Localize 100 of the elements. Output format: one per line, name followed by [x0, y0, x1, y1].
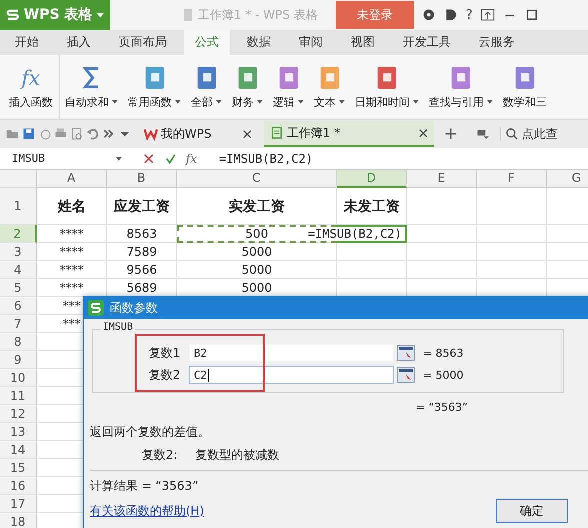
table-cell: ****: [60, 245, 84, 259]
help-button[interactable]: ?: [466, 8, 473, 22]
table-cell: 应发工资: [114, 198, 170, 216]
row-header[interactable]: 18: [0, 513, 37, 528]
ribbon-tab[interactable]: 视图: [340, 30, 386, 55]
ribbon-tab[interactable]: 开始: [4, 30, 50, 55]
skin-icon[interactable]: [444, 8, 458, 22]
table-cell: 7589: [126, 245, 158, 259]
table-cell: 5000: [242, 281, 272, 295]
table-cell: 5689: [126, 281, 158, 295]
argument-label: 复数2: [149, 366, 182, 384]
row-header[interactable]: 16: [0, 477, 37, 495]
cell-picker-icon[interactable]: [397, 345, 415, 361]
undo-icon[interactable]: [86, 127, 100, 141]
table-cell: 姓名: [58, 198, 86, 216]
preview-icon[interactable]: [70, 127, 84, 141]
table-cell: ***: [63, 299, 81, 313]
ribbon-tab[interactable]: 开发工具: [392, 30, 462, 55]
table-cell: 未发工资: [344, 198, 400, 216]
table-cell: ****: [60, 263, 84, 277]
ok-button[interactable]: 确定: [496, 499, 568, 523]
row-header[interactable]: 7: [0, 315, 37, 333]
search-field[interactable]: 点此查: [500, 127, 582, 141]
ribbon-button[interactable]: 数学和三: [498, 55, 552, 119]
s-logo-icon: [6, 8, 20, 22]
ribbon-button[interactable]: 财务: [227, 55, 268, 119]
document-tab[interactable]: 工作簿1 *: [264, 121, 434, 147]
input-field[interactable]: B2: [189, 344, 394, 362]
more-icon[interactable]: [102, 127, 116, 141]
argument-name: 复数2:: [142, 447, 178, 464]
upload-icon[interactable]: [480, 8, 495, 22]
app-name: WPS 表格: [24, 6, 93, 24]
function-name: IMSUB: [101, 322, 136, 333]
row-header[interactable]: 9: [0, 351, 37, 369]
close-icon[interactable]: [243, 130, 252, 138]
table-cell: ***: [63, 317, 81, 331]
new-tab-icon[interactable]: [444, 127, 458, 141]
ribbon-button[interactable]: fx 插入函数: [4, 55, 60, 119]
name-box[interactable]: IMSUB: [0, 152, 128, 165]
ribbon-button[interactable]: 文本: [309, 55, 350, 119]
shirt-icon[interactable]: [422, 8, 436, 22]
row-header[interactable]: 17: [0, 495, 37, 513]
maximize-icon[interactable]: [524, 8, 539, 22]
row-header[interactable]: 6: [0, 297, 37, 315]
ribbon-button[interactable]: 全部: [186, 55, 227, 119]
formula-result: = “3563”: [416, 401, 470, 414]
row-header[interactable]: 1: [0, 188, 37, 225]
save-icon[interactable]: [22, 127, 36, 141]
row-header[interactable]: 10: [0, 369, 37, 387]
row-header[interactable]: 8: [0, 333, 37, 351]
app-logo[interactable]: WPS 表格: [0, 0, 110, 30]
row-header[interactable]: 3: [0, 243, 37, 261]
row-header[interactable]: 11: [0, 387, 37, 405]
function-description: 返回两个复数的差值。: [90, 424, 211, 441]
ribbon-button[interactable]: 日期和时间: [350, 55, 424, 119]
row-header[interactable]: 14: [0, 441, 37, 459]
table-cell: 5000: [242, 263, 272, 277]
argument-result: = 8563: [423, 346, 464, 360]
formula-field[interactable]: =IMSUB(B2,C2): [219, 152, 314, 166]
argument-result: = 5000: [423, 368, 464, 382]
ribbon-button[interactable]: 自动求和: [60, 55, 123, 119]
table-cell: 9566: [126, 263, 158, 277]
close-icon[interactable]: [419, 128, 428, 138]
row-header[interactable]: 13: [0, 423, 37, 441]
row-header[interactable]: 12: [0, 405, 37, 423]
document-icon: [182, 8, 194, 22]
dialog-title: 函数参数: [110, 300, 158, 316]
column-header[interactable]: D: [337, 170, 407, 188]
row-header[interactable]: 2: [0, 225, 37, 243]
login-button[interactable]: 未登录: [336, 1, 414, 29]
ribbon-tab[interactable]: 审阅: [288, 30, 334, 55]
window-title: 工作簿1 * - WPS 表格: [198, 6, 318, 24]
caret-icon[interactable]: [97, 12, 104, 18]
row-header[interactable]: 5: [0, 279, 37, 297]
ribbon-tab[interactable]: 数据: [236, 30, 282, 55]
cancel-icon[interactable]: [144, 154, 154, 164]
ribbon-tab[interactable]: 页面布局: [108, 30, 178, 55]
row-header[interactable]: 15: [0, 459, 37, 477]
calculation-result: 计算结果 = “3563”: [90, 478, 200, 495]
s-logo-icon: [88, 300, 104, 316]
table-cell: 8563: [126, 227, 158, 241]
ribbon-button[interactable]: 查找与引用: [424, 55, 498, 119]
ribbon-tab[interactable]: 云服务: [468, 30, 526, 55]
w-logo-icon: [144, 127, 158, 141]
row-header[interactable]: 4: [0, 261, 37, 279]
ribbon-button[interactable]: 逻辑: [268, 55, 309, 119]
insert-function-button[interactable]: fx: [186, 152, 198, 166]
argument-description: 复数型的被减数: [196, 447, 280, 464]
search-icon: [505, 127, 519, 141]
cell-picker-icon[interactable]: [397, 367, 415, 383]
ribbon-tab[interactable]: 插入: [56, 30, 102, 55]
argument-label: 复数1: [149, 344, 182, 362]
sheet-icon: [270, 126, 284, 140]
ribbon-button[interactable]: 常用函数: [123, 55, 186, 119]
ribbon-tab[interactable]: 公式: [184, 30, 230, 55]
check-icon[interactable]: [166, 154, 176, 164]
input-field[interactable]: C2: [189, 366, 394, 384]
help-link[interactable]: 有关该函数的帮助(H): [90, 502, 204, 520]
table-cell: ****: [60, 227, 84, 241]
document-tab[interactable]: 我的WPS: [138, 121, 258, 147]
